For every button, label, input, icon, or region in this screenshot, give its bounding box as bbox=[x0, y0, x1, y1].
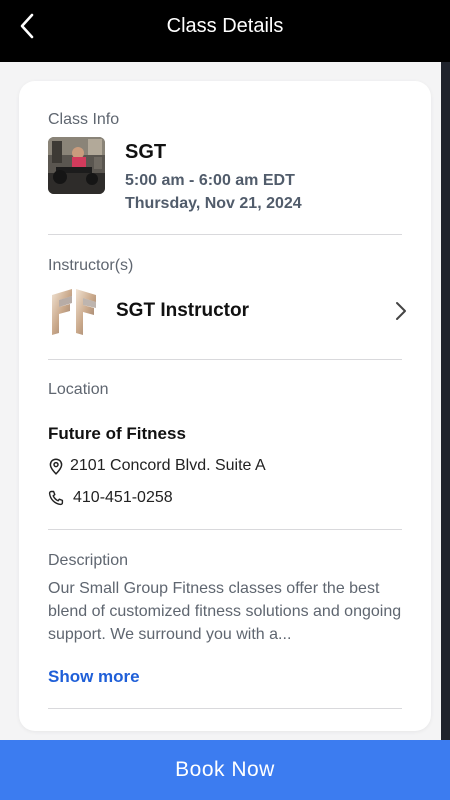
instructor-logo bbox=[48, 287, 100, 337]
map-pin-icon bbox=[48, 457, 64, 475]
class-details-screen: Class Details Class Info SGT 5:00 am - 6… bbox=[0, 0, 450, 800]
description-label: Description bbox=[48, 552, 129, 569]
details-card: Class Info SGT 5:00 am - 6:00 am EDT Thu… bbox=[19, 81, 431, 731]
class-time: 5:00 am - 6:00 am EDT bbox=[125, 172, 295, 189]
location-address[interactable]: 2101 Concord Blvd. Suite A bbox=[48, 457, 266, 475]
instructor-name: SGT Instructor bbox=[116, 300, 250, 321]
page-title: Class Details bbox=[166, 14, 284, 37]
address-text: 2101 Concord Blvd. Suite A bbox=[70, 457, 266, 474]
location-phone[interactable]: 410-451-0258 bbox=[48, 489, 173, 507]
book-now-button[interactable]: Book Now bbox=[0, 740, 450, 800]
instructor-row[interactable]: SGT Instructor bbox=[48, 283, 408, 339]
show-more-link[interactable]: Show more bbox=[48, 667, 140, 687]
divider bbox=[48, 359, 402, 360]
divider bbox=[48, 708, 402, 709]
location-name: Future of Fitness bbox=[48, 424, 186, 443]
class-thumbnail bbox=[48, 137, 105, 194]
class-name: SGT bbox=[125, 141, 167, 163]
divider bbox=[48, 234, 402, 235]
back-button[interactable] bbox=[12, 9, 42, 43]
chevron-left-icon bbox=[20, 13, 34, 39]
scroll-edge bbox=[441, 62, 450, 742]
instructors-label: Instructor(s) bbox=[48, 257, 134, 274]
class-date: Thursday, Nov 21, 2024 bbox=[125, 195, 302, 212]
description-text: Our Small Group Fitness classes offer th… bbox=[48, 580, 402, 643]
class-info-label: Class Info bbox=[48, 111, 120, 128]
top-bar: Class Details bbox=[0, 0, 450, 62]
phone-icon bbox=[48, 489, 64, 507]
divider bbox=[48, 529, 402, 530]
location-label: Location bbox=[48, 381, 109, 398]
chevron-right-icon bbox=[396, 302, 406, 320]
phone-text: 410-451-0258 bbox=[73, 489, 173, 506]
